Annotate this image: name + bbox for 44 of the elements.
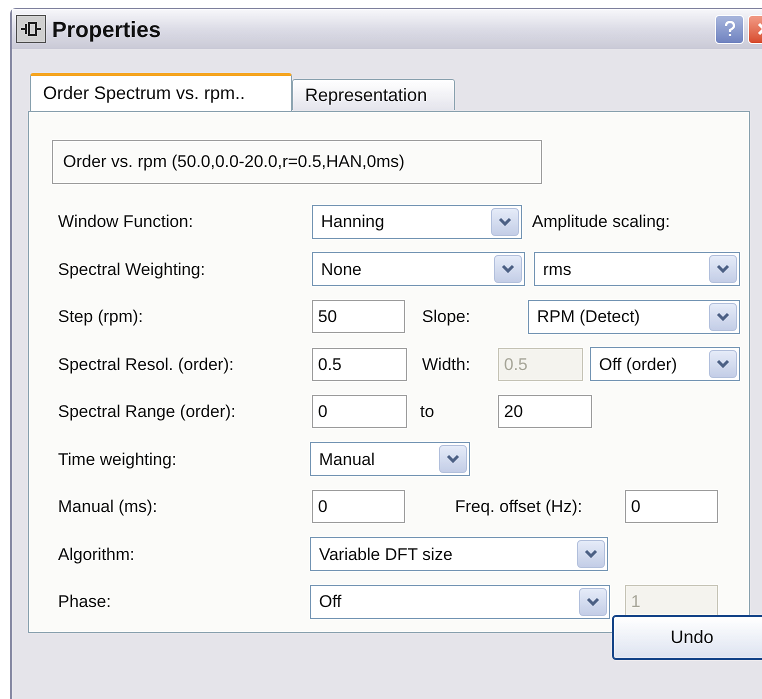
field-label: Slope: [422,306,472,328]
chevron-down-icon [577,540,605,568]
chevron-down-icon [709,302,737,331]
dropdown[interactable]: Manual [310,442,470,476]
dropdown[interactable]: rms [534,252,740,286]
window-title: Properties [52,16,161,44]
window-icon [16,15,46,43]
input-field[interactable]: 0 [312,395,407,428]
question-mark-icon [724,21,736,37]
chevron-down-icon [709,350,737,378]
chevron-down-icon [709,255,737,284]
undo-button[interactable]: Undo [612,615,762,660]
dropdown[interactable]: RPM (Detect) [528,300,740,334]
tab[interactable]: Order Spectrum vs. rpm.. [30,73,292,111]
summary-box: Order vs. rpm (50.0,0.0-20.0,r=0.5,HAN,0ms) [52,140,542,184]
input-field[interactable]: 0 [312,490,405,524]
field-label: Manual (ms): [58,496,158,518]
chevron-down-icon [494,255,522,284]
field-label: Freq. offset (Hz): [455,496,584,518]
tab[interactable]: Representation [292,79,455,110]
field-label: Algorithm: [58,544,136,566]
field-label: Time weighting: [58,448,178,470]
field-label: Width: [422,354,472,376]
dropdown[interactable]: Off [310,584,610,619]
field-label: Amplitude scaling: [532,211,671,233]
input-field[interactable]: 20 [498,395,592,428]
field-label: Window Function: [58,211,194,233]
field-label: Step (rpm): [58,306,144,328]
field-label: to [420,401,436,423]
input-field[interactable]: 50 [312,300,405,334]
chevron-down-icon [439,445,467,474]
dropdown[interactable]: Off (order) [590,347,740,382]
field-label: Spectral Resol. (order): [58,354,235,376]
dropdown[interactable]: Variable DFT size [310,537,608,572]
field-label: Spectral Weighting: [58,258,206,280]
field-label: Phase: [58,591,112,613]
chevron-down-icon [491,208,519,236]
dropdown[interactable]: Hanning [312,204,522,239]
input-field[interactable]: 0.5 [312,348,407,381]
field-label: Spectral Range (order): [58,401,237,423]
help-button[interactable] [715,14,744,44]
input-field[interactable]: 0 [625,490,718,524]
dropdown[interactable]: None [312,252,525,286]
chevron-down-icon [579,588,607,616]
